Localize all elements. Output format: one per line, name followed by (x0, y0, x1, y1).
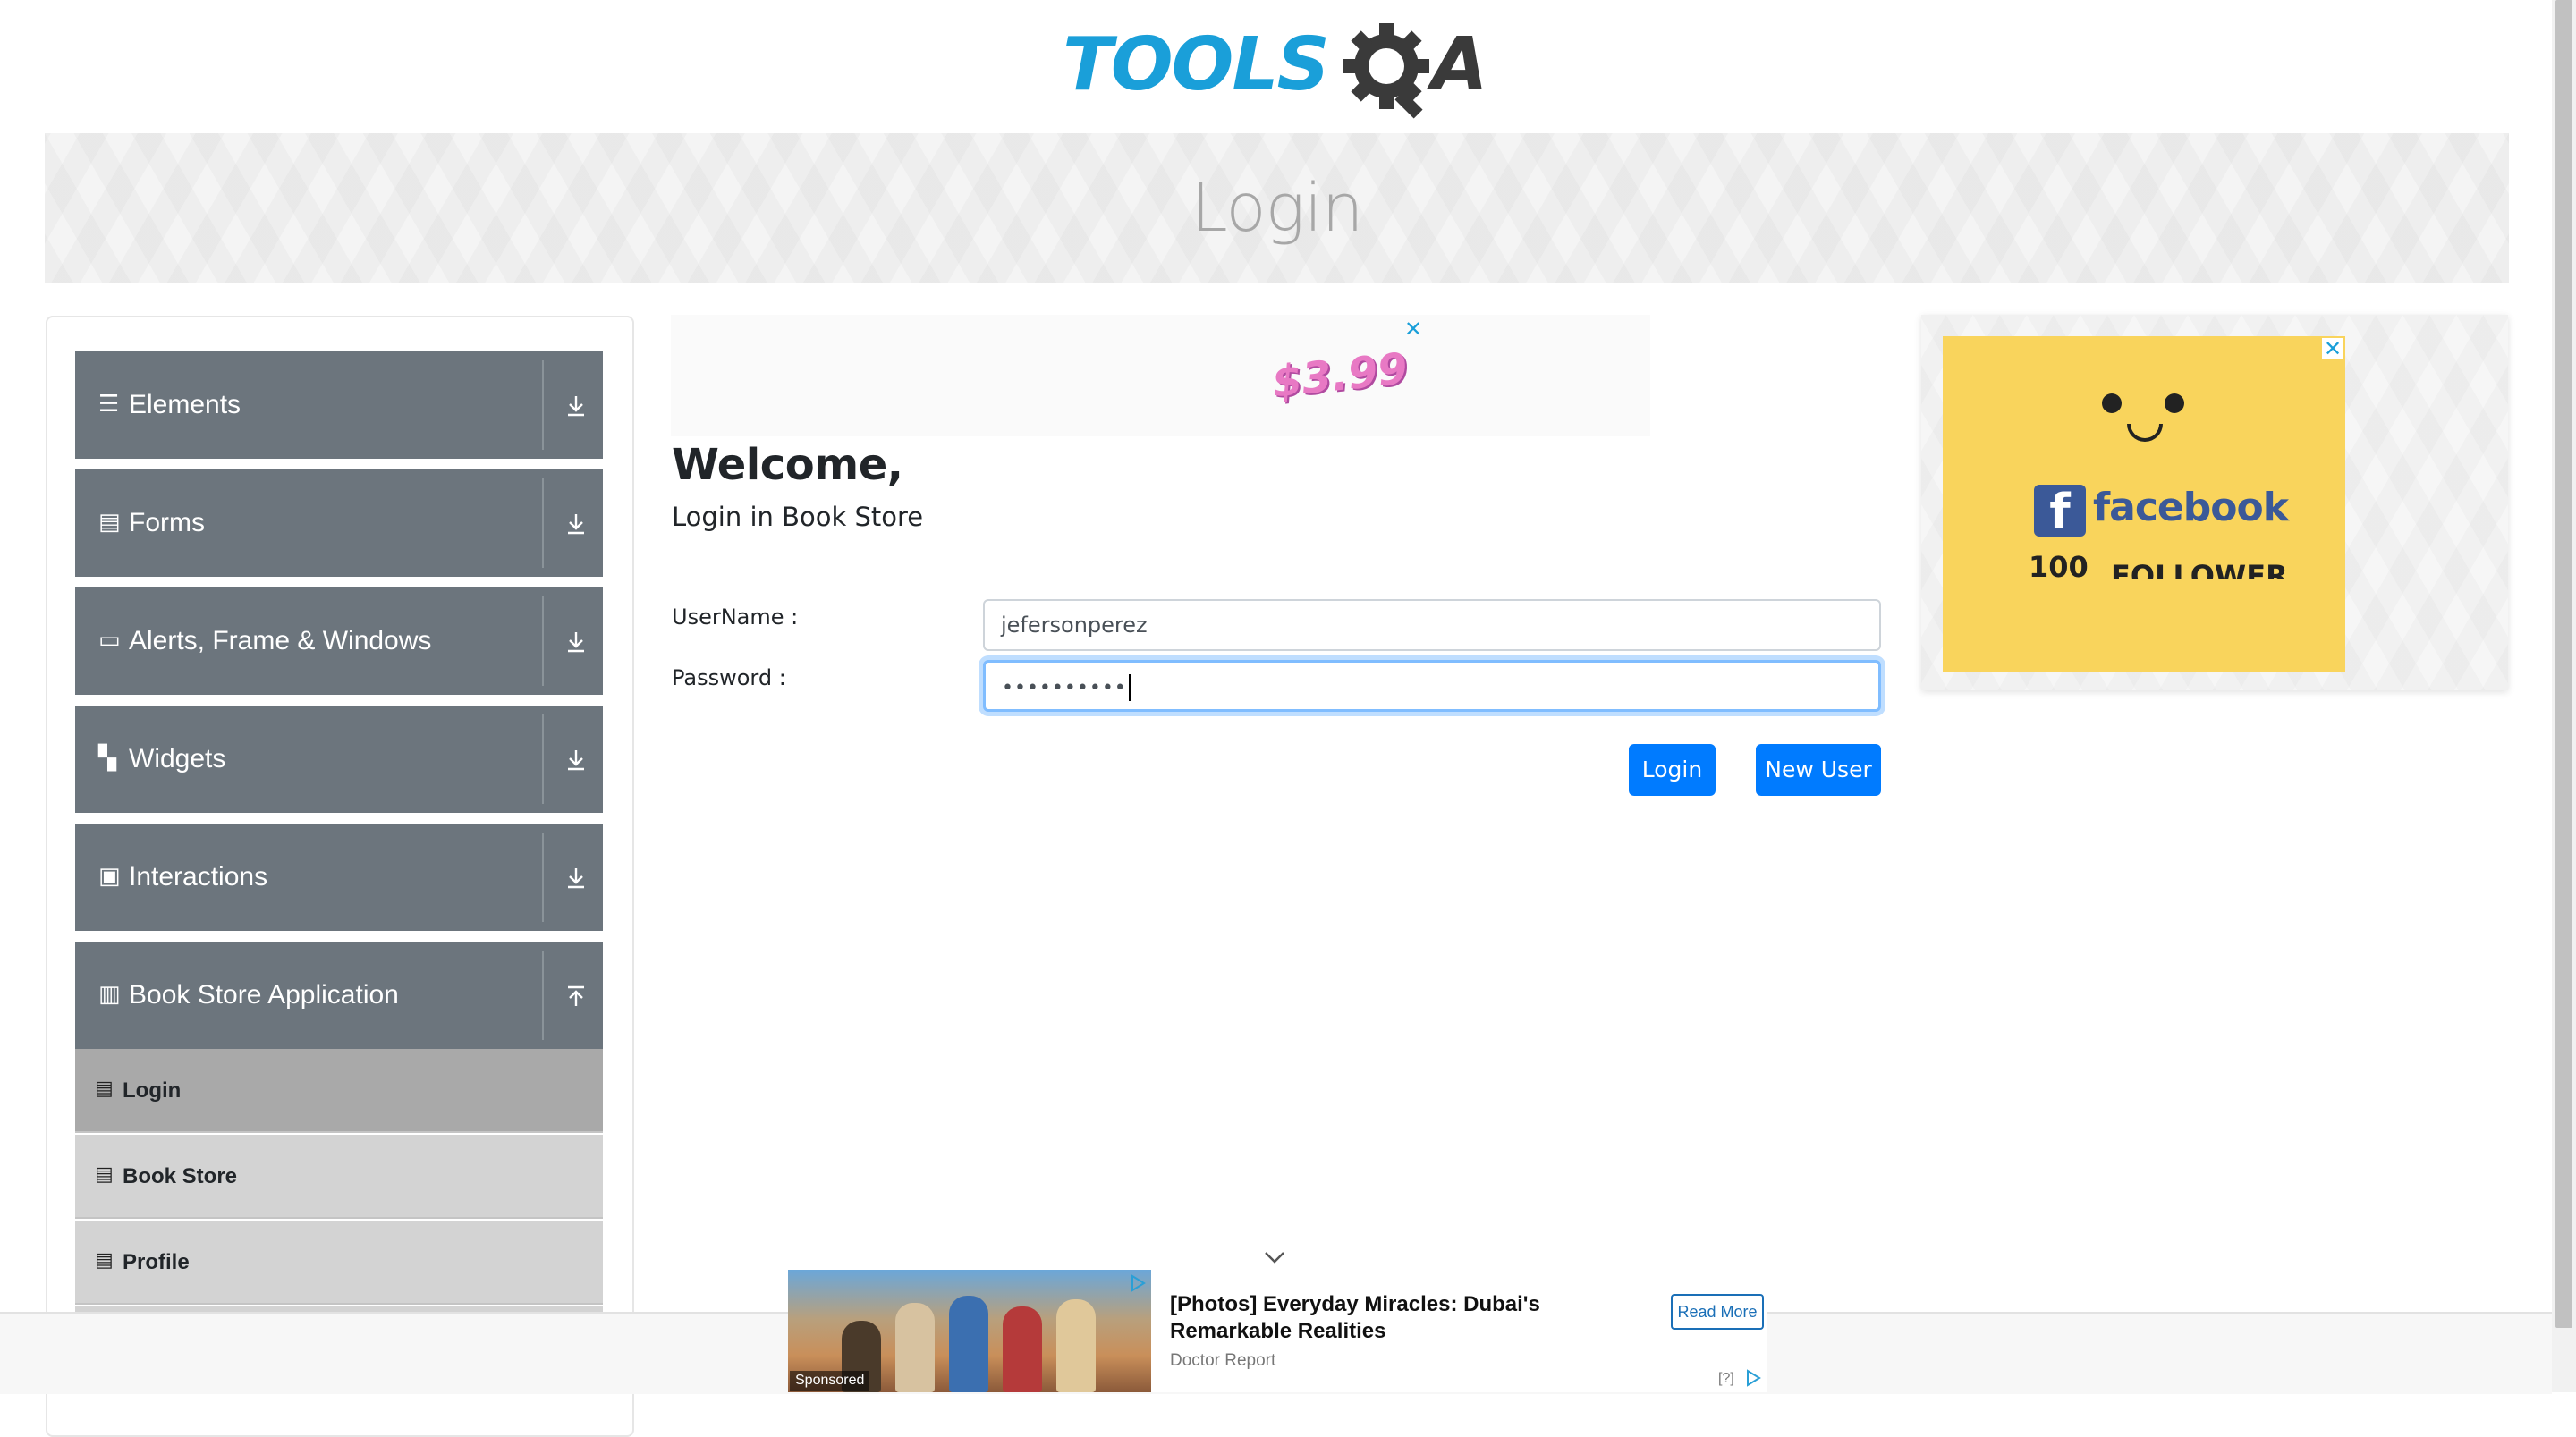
welcome-heading: Welcome, (672, 440, 903, 490)
sidebar-group-label: Alerts, Frame & Windows (129, 626, 432, 655)
sidebar-item-login[interactable]: ▤ Login (75, 1049, 603, 1133)
document-icon: ▤ (95, 1078, 114, 1100)
new-user-button[interactable]: New User (1756, 744, 1881, 796)
document-icon: ▤ (95, 1249, 114, 1272)
page-banner: Login (45, 133, 2509, 283)
sidebar-item-label: Book Store (123, 1164, 238, 1188)
username-label: UserName : (672, 604, 799, 630)
expand-button[interactable] (549, 824, 603, 931)
books-icon: ▥ (98, 981, 121, 1008)
right-advertisement[interactable]: f facebook 100 FOLLOWER ✕ (1921, 315, 2508, 690)
sidebar-group-alerts[interactable]: ▭ Alerts, Frame & Windows (75, 587, 603, 695)
download-arrow-icon (568, 868, 584, 889)
download-arrow-icon (568, 632, 584, 653)
eye-shape (2165, 393, 2184, 413)
sidebar: ☰ Elements ▤ Forms ▭ Alerts, Frame & Win… (46, 316, 634, 1437)
top-advertisement[interactable]: $3.99 ✕ (671, 315, 1650, 436)
username-value: jefersonperez (1001, 613, 1148, 638)
sponsored-ad[interactable]: Sponsored [Photos] Everyday Miracles: Du… (788, 1270, 1767, 1392)
sidebar-item-book-store[interactable]: ▤ Book Store (75, 1135, 603, 1219)
facebook-ad-image[interactable]: f facebook 100 FOLLOWER (1943, 336, 2345, 672)
facebook-icon: f (2034, 485, 2086, 540)
expand-button[interactable] (549, 587, 603, 695)
download-arrow-icon (568, 750, 584, 771)
logo-a-text: A (1431, 22, 1488, 107)
download-arrow-icon (568, 396, 584, 417)
read-more-button[interactable]: Read More (1671, 1294, 1764, 1330)
list-icon: ☰ (98, 391, 120, 418)
document-icon: ▤ (98, 509, 121, 536)
ad-price-text: $3.99 (1269, 343, 1411, 408)
close-ad-icon[interactable]: ✕ (2322, 338, 2343, 359)
expand-button[interactable] (549, 469, 603, 577)
password-value: •••••••••• (1002, 677, 1127, 699)
sidebar-item-label: Login (123, 1078, 182, 1103)
sponsored-ad-image[interactable]: Sponsored (788, 1270, 1151, 1392)
sidebar-group-label: Forms (129, 508, 205, 537)
sidebar-group-label: Book Store Application (129, 980, 399, 1010)
eye-shape (2102, 393, 2122, 413)
sidebar-group-label: Elements (129, 390, 242, 419)
download-arrow-icon (568, 514, 584, 535)
document-icon: ▤ (95, 1163, 114, 1186)
follower-count: 100 (2029, 550, 2089, 584)
sidebar-group-forms[interactable]: ▤ Forms (75, 469, 603, 577)
sidebar-group-label: Widgets (129, 744, 226, 773)
sponsored-source: Doctor Report (1170, 1351, 1276, 1370)
username-input[interactable]: jefersonperez (983, 599, 1881, 651)
sponsored-title[interactable]: [Photos] Everyday Miracles: Dubai's Rema… (1170, 1291, 1635, 1345)
scrollbar-thumb[interactable] (2555, 0, 2572, 1328)
facebook-brand-text: facebook (2093, 485, 2289, 530)
adchoices-icon[interactable] (1743, 1368, 1763, 1388)
sidebar-item-label: Profile (123, 1250, 190, 1274)
follower-label: FOLLOWER (2111, 559, 2288, 579)
expand-button[interactable] (549, 706, 603, 813)
sidebar-item-profile[interactable]: ▤ Profile (75, 1221, 603, 1305)
password-input[interactable]: •••••••••• (983, 660, 1881, 712)
sponsored-tag: Sponsored (790, 1371, 870, 1391)
toolsqa-logo[interactable]: TOOLS A (1063, 20, 1496, 120)
page-title: Login (1191, 170, 1363, 247)
interactions-icon: ▣ (98, 863, 121, 890)
sidebar-group-interactions[interactable]: ▣ Interactions (75, 824, 603, 931)
sidebar-group-label: Interactions (129, 862, 268, 892)
sidebar-group-book-store[interactable]: ▥ Book Store Application (75, 942, 603, 1049)
login-button[interactable]: Login (1629, 744, 1716, 796)
adchoices-icon[interactable] (1128, 1273, 1148, 1293)
smile-shape (2127, 424, 2163, 442)
window-icon: ▭ (98, 627, 121, 654)
collapse-button[interactable] (549, 942, 603, 1049)
close-ad-icon[interactable]: ✕ (1402, 318, 1424, 340)
chevron-down-icon[interactable] (1263, 1250, 1286, 1264)
expand-button[interactable] (549, 351, 603, 459)
sidebar-group-elements[interactable]: ☰ Elements (75, 351, 603, 459)
gear-icon (1343, 23, 1429, 119)
password-label: Password : (672, 665, 786, 690)
logo-tools-text: TOOLS (1063, 22, 1330, 107)
text-caret (1128, 674, 1131, 701)
widgets-icon: ▚ (98, 745, 116, 772)
sidebar-group-widgets[interactable]: ▚ Widgets (75, 706, 603, 813)
login-subheading: Login in Book Store (672, 502, 924, 532)
upload-arrow-icon (568, 985, 584, 1006)
ad-help-link[interactable]: [?] (1718, 1370, 1734, 1388)
